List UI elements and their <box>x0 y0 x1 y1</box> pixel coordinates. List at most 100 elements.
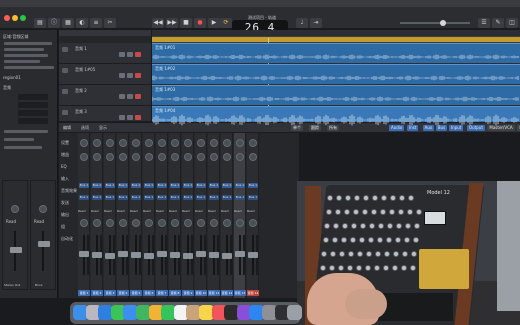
mixer-tab-options[interactable]: 选项 <box>81 125 89 131</box>
automation-mode[interactable]: Read <box>208 209 216 213</box>
list-editors-button[interactable]: ☰ <box>478 18 490 28</box>
record-enable-button[interactable] <box>135 52 141 57</box>
track-name[interactable]: 音频 2 <box>75 88 87 94</box>
output-slot[interactable]: Bus 1 <box>235 195 245 200</box>
eq-thumbnail[interactable] <box>184 153 192 161</box>
output-slot[interactable]: Bus 1 <box>157 195 167 200</box>
notepad-button[interactable]: ✎ <box>492 18 504 28</box>
region-name[interactable]: region01 <box>3 75 21 80</box>
pan-knob[interactable] <box>171 219 179 227</box>
editors-button[interactable]: ✂ <box>104 18 116 28</box>
eq-thumbnail[interactable] <box>80 153 88 161</box>
eq-thumbnail[interactable] <box>119 153 127 161</box>
send-slot[interactable]: Bus 1 <box>235 183 245 188</box>
audio-region[interactable]: 音频 1#01 <box>152 43 520 63</box>
record-button[interactable]: ● <box>194 18 206 28</box>
automation-mode[interactable]: Read <box>130 209 138 213</box>
track-header[interactable]: 音频 1#05 <box>59 64 151 85</box>
pan-knob[interactable] <box>106 219 114 227</box>
toolbar-button[interactable]: ▦ <box>62 18 74 28</box>
send-slot[interactable]: Bus 1 <box>79 183 89 188</box>
inspector-field[interactable] <box>18 118 48 124</box>
eq-thumbnail[interactable] <box>236 153 244 161</box>
output-slot[interactable]: Bus 1 <box>144 195 154 200</box>
send-slot[interactable]: Bus 1 <box>222 183 232 188</box>
automation-mode[interactable]: Read <box>169 209 177 213</box>
track-name[interactable]: 音频 3 <box>75 109 87 115</box>
track-name[interactable]: 音频 1#05 <box>75 67 95 73</box>
audio-region[interactable]: 音频 1#03 <box>152 85 520 105</box>
mixer-button[interactable]: ≡ <box>90 18 102 28</box>
output-slot[interactable]: Bus 1 <box>79 195 89 200</box>
mixer-tab-view[interactable]: 显示 <box>99 125 107 131</box>
gain-knob[interactable] <box>197 139 205 147</box>
send-slot[interactable]: Bus 1 <box>105 183 115 188</box>
output-slot[interactable]: Bus 1 <box>170 195 180 200</box>
gain-knob[interactable] <box>223 139 231 147</box>
count-in-button[interactable]: ⇥ <box>310 18 322 28</box>
gain-knob[interactable] <box>80 139 88 147</box>
pan-knob[interactable] <box>197 219 205 227</box>
send-slot[interactable]: Bus 1 <box>196 183 206 188</box>
metronome-button[interactable]: ♩ <box>296 18 308 28</box>
output-slot[interactable]: Bus 1 <box>209 195 219 200</box>
audio-region[interactable]: 音频 1#04 <box>152 106 520 126</box>
audio-region[interactable]: 音频 1#02 <box>152 64 520 84</box>
volume-fader[interactable] <box>144 253 154 259</box>
send-slot[interactable]: Bus 1 <box>118 183 128 188</box>
rewind-button[interactable]: ◀◀ <box>152 18 164 28</box>
channel-name[interactable]: 音频 8 <box>169 290 181 296</box>
mute-button[interactable] <box>119 94 125 99</box>
gain-knob[interactable] <box>145 139 153 147</box>
volume-fader[interactable] <box>105 253 115 259</box>
volume-fader[interactable] <box>209 252 219 258</box>
solo-button[interactable] <box>127 115 133 120</box>
volume-fader[interactable] <box>79 251 89 257</box>
gain-knob[interactable] <box>132 139 140 147</box>
output-slot[interactable]: Bus 1 <box>183 195 193 200</box>
track-name[interactable]: 音频 1 <box>75 46 87 52</box>
gain-knob[interactable] <box>249 139 257 147</box>
pan-knob[interactable] <box>249 219 257 227</box>
solo-button[interactable] <box>127 73 133 78</box>
volume-fader[interactable] <box>196 251 206 257</box>
cycle-button[interactable]: ⟳ <box>220 18 232 28</box>
record-enable-button[interactable] <box>135 94 141 99</box>
automation-mode[interactable]: Read <box>195 209 203 213</box>
volume-fader[interactable] <box>170 252 180 258</box>
channel-name[interactable]: 音频 10 <box>195 290 207 296</box>
volume-fader[interactable] <box>183 253 193 259</box>
inspector-field[interactable] <box>18 102 48 108</box>
channel-name[interactable]: 音频 4 <box>117 290 129 296</box>
pan-knob[interactable] <box>223 219 231 227</box>
close-window-button[interactable] <box>4 15 10 21</box>
gain-knob[interactable] <box>184 139 192 147</box>
library-button[interactable]: ▤ <box>34 18 46 28</box>
play-button[interactable]: ▶ <box>208 18 220 28</box>
eq-thumbnail[interactable] <box>223 153 231 161</box>
mute-button[interactable] <box>119 73 125 78</box>
pan-knob[interactable] <box>119 219 127 227</box>
eq-thumbnail[interactable] <box>210 153 218 161</box>
track-header[interactable]: 音频 2 <box>59 85 151 106</box>
output-slot[interactable]: Bus 1 <box>196 195 206 200</box>
send-slot[interactable]: Bus 1 <box>209 183 219 188</box>
track-header[interactable]: 音频 3 <box>59 106 151 122</box>
eq-thumbnail[interactable] <box>106 153 114 161</box>
send-slot[interactable]: Bus 1 <box>131 183 141 188</box>
gain-knob[interactable] <box>210 139 218 147</box>
automation-mode[interactable]: Read <box>156 209 164 213</box>
solo-button[interactable] <box>127 52 133 57</box>
automation-mode[interactable]: Read <box>117 209 125 213</box>
channel-name[interactable]: 音频 9 <box>182 290 194 296</box>
send-slot[interactable]: Bus 1 <box>248 183 258 188</box>
output-slot[interactable]: Bus 1 <box>92 195 102 200</box>
mute-button[interactable] <box>119 115 125 120</box>
record-enable-button[interactable] <box>135 73 141 78</box>
eq-thumbnail[interactable] <box>132 153 140 161</box>
eq-thumbnail[interactable] <box>158 153 166 161</box>
output-slot[interactable]: Bus 1 <box>248 195 258 200</box>
send-slot[interactable]: Bus 1 <box>170 183 180 188</box>
pan-knob[interactable] <box>145 219 153 227</box>
master-volume-knob[interactable] <box>440 20 446 26</box>
